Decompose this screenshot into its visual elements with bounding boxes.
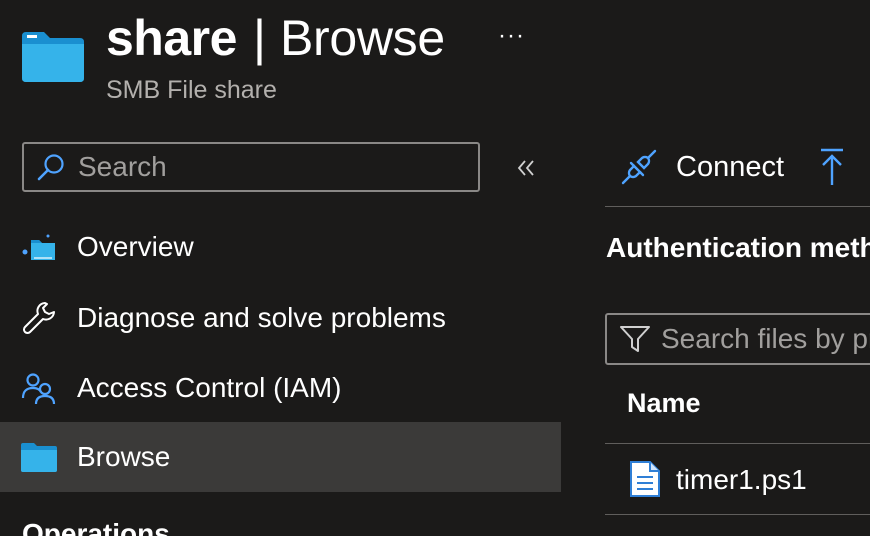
table-row[interactable]: timer1.ps1 (605, 446, 870, 514)
sidebar-search-input[interactable] (78, 151, 458, 183)
connect-label: Connect (676, 150, 785, 183)
upload-icon (821, 148, 843, 185)
sidebar-item-label: Access Control (IAM) (77, 372, 342, 403)
wrench-icon (20, 299, 58, 337)
search-icon (37, 154, 64, 181)
page: share | Browse ··· SMB File share Ov (0, 0, 870, 536)
collapse-sidebar-button[interactable] (510, 150, 542, 186)
toolbar-divider (605, 206, 870, 207)
folder-icon (20, 438, 58, 476)
filter-icon (620, 326, 650, 352)
column-header-name[interactable]: Name (627, 388, 701, 419)
sidebar-item-overview[interactable]: Overview (0, 212, 561, 282)
overview-icon (20, 228, 58, 266)
section-name: Browse (279, 10, 445, 66)
sidebar-item-browse[interactable]: Browse (0, 422, 561, 492)
resource-name: share (106, 10, 237, 66)
sidebar-item-access-control[interactable]: Access Control (IAM) (0, 353, 561, 423)
upload-button[interactable] (814, 144, 850, 190)
resource-type-subtitle: SMB File share (106, 76, 277, 104)
header-divider (605, 443, 870, 444)
plug-icon (621, 149, 657, 185)
file-share-folder-icon (22, 32, 84, 82)
sidebar-item-label: Browse (77, 441, 171, 472)
people-icon (20, 369, 58, 407)
title-separator: | (252, 10, 266, 66)
sidebar-item-label: Overview (77, 231, 194, 262)
authentication-method-label: Authentication meth (606, 232, 870, 263)
sidebar-section-heading: Operations (22, 518, 170, 536)
file-name[interactable]: timer1.ps1 (676, 464, 807, 496)
row-divider (605, 514, 870, 515)
document-icon (630, 461, 660, 497)
sidebar-item-label: Diagnose and solve problems (77, 302, 446, 333)
file-search-input[interactable] (661, 323, 870, 355)
file-search-box[interactable] (605, 313, 870, 365)
page-title: share | Browse (106, 8, 445, 68)
sidebar-search-box[interactable] (22, 142, 480, 192)
sidebar-item-diagnose[interactable]: Diagnose and solve problems (0, 283, 561, 353)
connect-button[interactable]: Connect (620, 144, 784, 190)
more-options-button[interactable]: ··· (498, 22, 525, 50)
double-chevron-left-icon (517, 160, 534, 176)
